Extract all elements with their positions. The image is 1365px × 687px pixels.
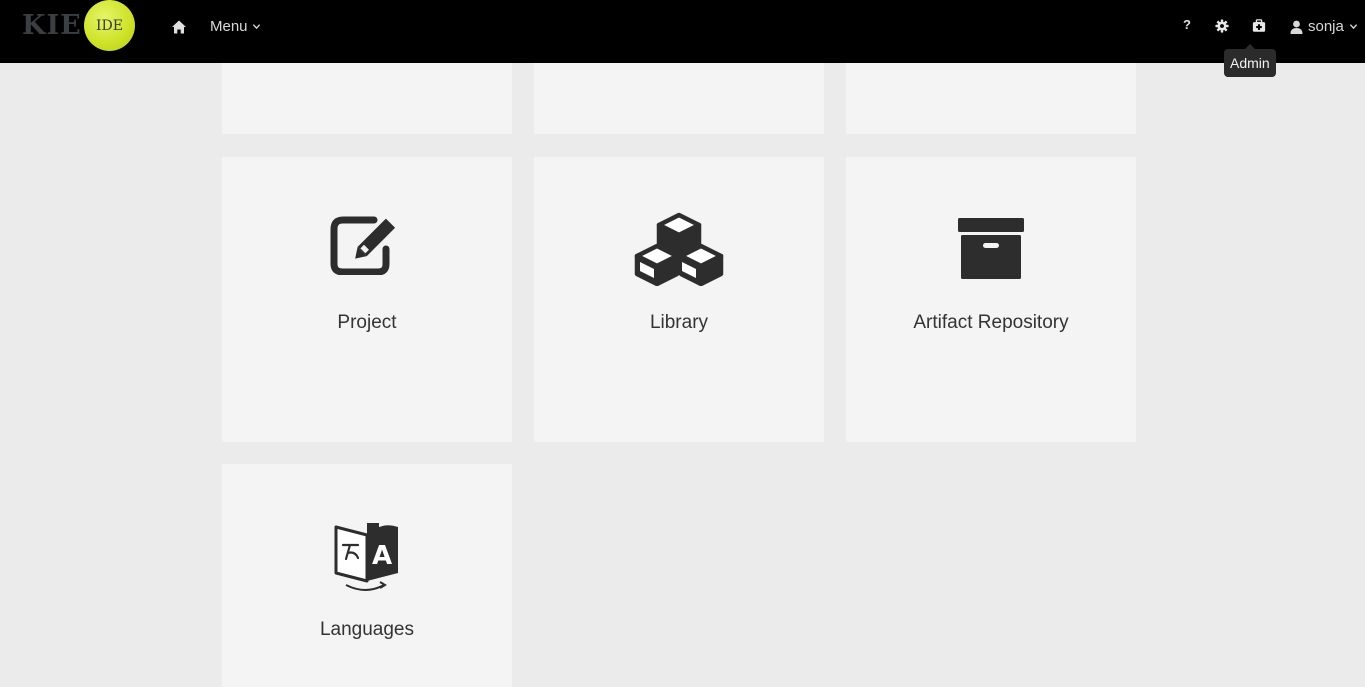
tile-label-project: Project (337, 312, 397, 333)
svg-text:A: A (372, 541, 392, 571)
user-icon (1290, 20, 1303, 34)
brand-circle: IDE (84, 0, 135, 51)
user-name: sonja (1308, 18, 1344, 35)
gear-icon[interactable] (1215, 19, 1229, 33)
tile-languages[interactable]: A Languages (222, 464, 512, 687)
menu-dropdown[interactable]: Menu (210, 18, 261, 35)
language-icon: A (334, 523, 398, 591)
help-button[interactable]: ? (1183, 17, 1191, 32)
brand-ide-text: IDE (96, 17, 123, 34)
tile-label-library: Library (649, 312, 709, 333)
home-icon[interactable] (171, 19, 187, 35)
tile-label-artifact-repository: Artifact Repository (913, 312, 1069, 333)
brand-kie-text: KIE (22, 10, 82, 41)
admin-icon[interactable] (1252, 19, 1266, 33)
tile-label-languages: Languages (319, 619, 415, 640)
tile-top-2[interactable] (534, 63, 824, 134)
chevron-down-icon (1349, 24, 1358, 30)
edit-icon (330, 216, 396, 275)
top-navbar: KIE IDE Menu ? sonja (0, 0, 1365, 63)
chevron-down-icon (252, 24, 260, 30)
tile-artifact-repository[interactable]: Artifact Repository (846, 157, 1136, 442)
cubes-icon (634, 212, 724, 286)
tile-library[interactable]: Library (534, 157, 824, 442)
user-menu[interactable]: sonja (1290, 18, 1358, 35)
admin-tooltip: Admin (1224, 44, 1276, 77)
menu-label: Menu (210, 18, 248, 35)
tile-top-3[interactable] (846, 63, 1136, 134)
archive-icon (958, 218, 1024, 279)
tile-project[interactable]: Project (222, 157, 512, 442)
tile-top-1[interactable] (222, 63, 512, 134)
